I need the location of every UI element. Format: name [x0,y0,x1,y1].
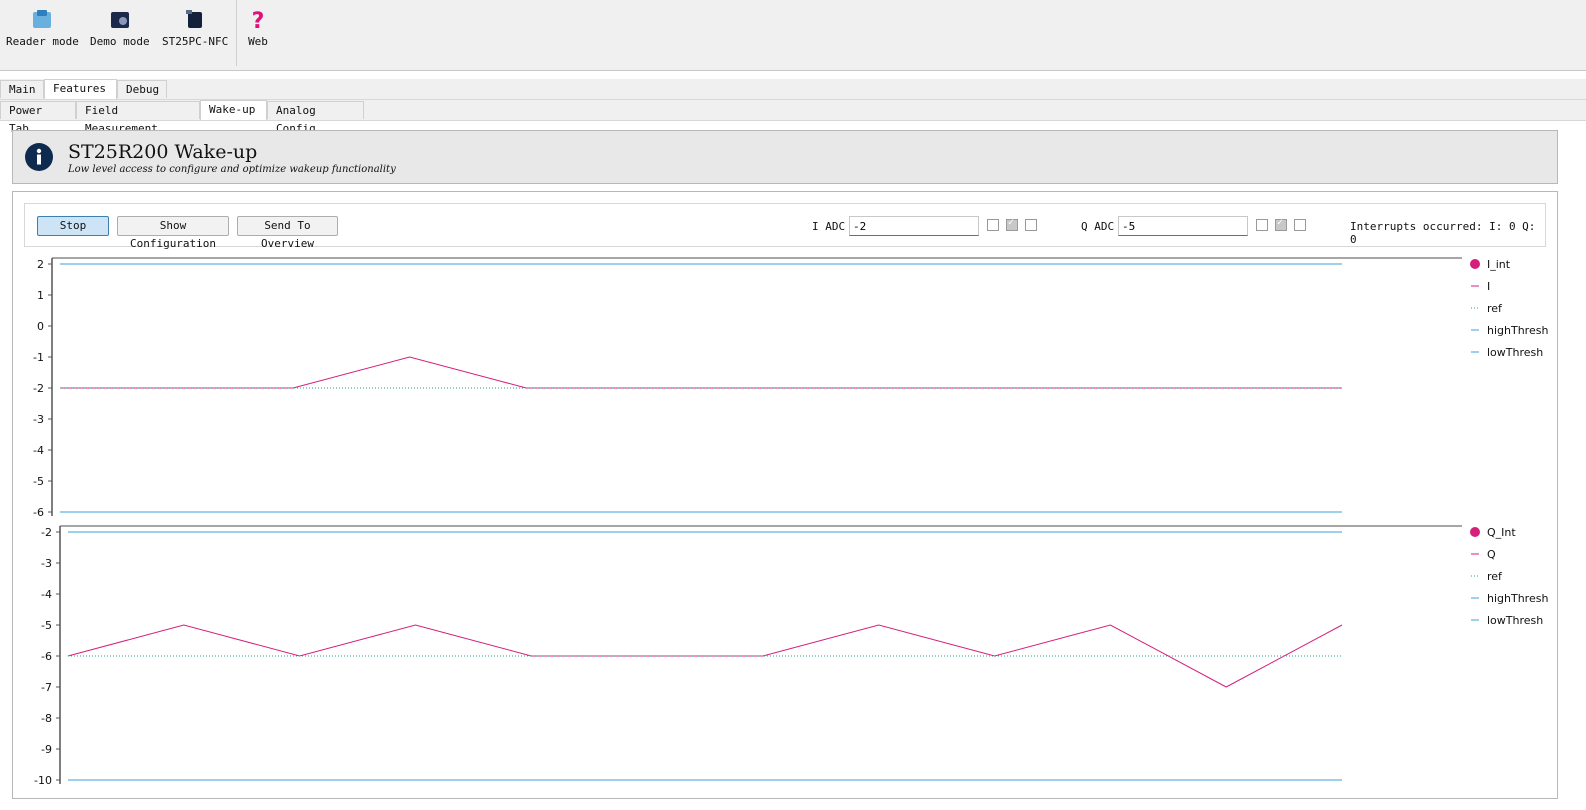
q-checkbox-3[interactable] [1294,219,1306,231]
legend-label: lowThresh [1487,614,1543,627]
send-to-overview-button[interactable]: Send To Overview [237,216,338,250]
i-channel-chart: 2 1 0 -1 -2 -3 -4 -5 -6 I_int Iref highThresh lowThr… [33,257,1548,518]
y-tick-label: -8 [41,712,52,725]
tab-field-measurement[interactable]: Field Measurement [76,101,200,135]
legend-marker [1470,527,1480,537]
controls-bar: Stop Show Configuration Send To Overview… [24,203,1546,250]
i-checkbox-2[interactable] [1006,217,1018,231]
interrupts-status: Interrupts occurred: I: 0 Q: 0 [1350,220,1536,246]
legend-label: lowThresh [1487,346,1543,359]
tab-wake-up[interactable]: Wake-up [200,100,267,120]
tab-main[interactable]: Main [0,80,44,98]
q-checkbox-1[interactable] [1256,219,1268,231]
main-tab-bar: Main Features Debug [0,79,1586,100]
y-tick-label: -3 [41,557,52,570]
y-tick-label: -5 [33,475,44,488]
info-icon [25,143,53,171]
y-tick-label: -2 [41,526,52,539]
y-tick-label: -6 [33,506,44,518]
i-checkbox-1[interactable] [987,219,999,231]
y-tick-label: 0 [37,320,44,333]
y-tick-label: -2 [33,382,44,395]
page-subtitle: Low level access to configure and optimi… [68,164,396,175]
legend-label: I_int [1487,258,1511,271]
help-icon: ? [252,9,265,32]
web-button[interactable]: ? Web [246,8,270,48]
svg-text:?: ? [252,9,265,32]
toolbar-separator [236,0,237,66]
legend-label: highThresh [1487,324,1548,337]
y-tick-label: -6 [41,650,52,663]
tab-features[interactable]: Features [44,79,117,99]
reader-icon [33,10,52,28]
i-adc-field[interactable] [849,216,979,236]
legend-label: Q_Int [1487,526,1516,539]
y-tick-label: -5 [41,619,52,632]
q-adc-label: Q ADC [1081,220,1115,233]
y-tick-label: -3 [33,413,44,426]
legend-marker [1470,259,1480,269]
stop-button[interactable]: Stop [37,216,109,236]
header-banner: ST25R200 Wake-up Low level access to con… [12,130,1558,184]
demo-mode-button[interactable]: Demo mode [90,8,150,48]
y-tick-label: 2 [37,258,44,271]
tab-power[interactable]: Power Tab [0,101,76,135]
chip-icon [186,10,203,28]
y-tick-label: -10 [34,774,52,787]
legend-label: I [1487,280,1490,293]
reader-mode-button[interactable]: Reader mode [6,8,79,48]
legend-label: ref [1487,570,1503,583]
legend-label: highThresh [1487,592,1548,605]
sub-tab-bar: Power Tab Field Measurement Wake-up Anal… [0,100,1586,135]
series-line-i [60,356,1342,389]
y-tick-label: -4 [33,444,44,457]
q-adc-field[interactable] [1118,216,1248,236]
demo-icon [110,12,129,28]
tab-debug[interactable]: Debug [117,80,167,98]
legend-label: Q [1487,548,1496,561]
legend-label: ref [1487,302,1503,315]
y-tick-label: -1 [33,351,44,364]
tab-analog-config[interactable]: Analog Config [267,101,364,135]
st25pc-nfc-button[interactable]: ST25PC-NFC [162,8,228,48]
toolbar: Reader mode Demo mode ST25PC-NFC ? Web [0,0,1586,71]
y-tick-label: -9 [41,743,52,756]
show-configuration-button[interactable]: Show Configuration [117,216,229,250]
i-adc-label: I ADC [812,220,846,233]
q-checkbox-2[interactable] [1275,217,1287,231]
y-tick-label: -4 [41,588,52,601]
q-channel-chart: -2 -3 -4 -5 -6 -7 -8 -9 -10 Q_Int Qref highThresh lo… [34,525,1548,787]
y-tick-label: -7 [41,681,52,694]
page-title: ST25R200 Wake-up [68,141,258,163]
y-tick-label: 1 [37,289,44,302]
i-checkbox-3[interactable] [1025,219,1037,231]
